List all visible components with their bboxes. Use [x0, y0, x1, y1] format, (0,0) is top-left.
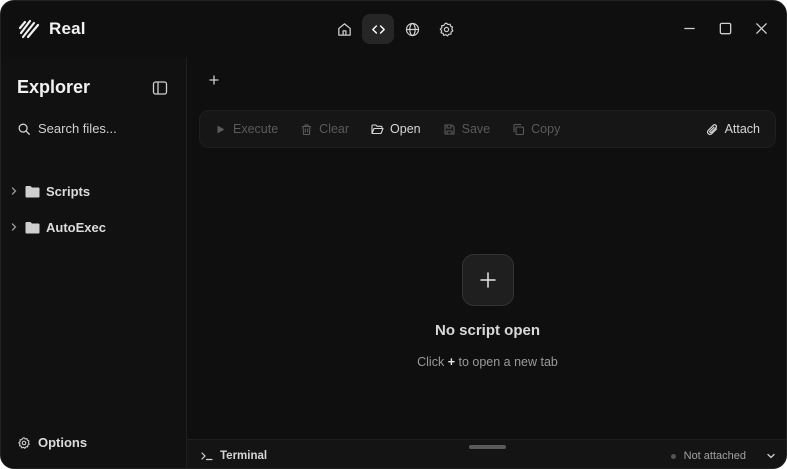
- close-icon: [755, 22, 767, 34]
- tree-item-label: Scripts: [46, 183, 91, 199]
- terminal-label: Terminal: [220, 450, 268, 462]
- folder-icon: [25, 185, 40, 197]
- empty-state: No script open Click + to open a new tab: [187, 151, 786, 439]
- copy-label: Copy: [531, 122, 561, 136]
- nav-web-button[interactable]: [396, 14, 428, 44]
- window-controls: [676, 15, 774, 41]
- empty-state-subtitle: Click + to open a new tab: [187, 355, 786, 369]
- terminal-icon: [201, 452, 213, 461]
- save-label: Save: [461, 122, 491, 136]
- copy-button[interactable]: Copy: [512, 122, 560, 136]
- attach-status: Not attached: [683, 450, 746, 462]
- code-icon: [371, 24, 385, 34]
- globe-icon: [405, 22, 419, 36]
- gear-icon: [18, 436, 30, 449]
- terminal-status: Not attached: [670, 450, 776, 462]
- search-files-input[interactable]: [38, 121, 178, 136]
- save-button[interactable]: Save: [443, 122, 491, 136]
- copy-icon: [513, 123, 525, 135]
- tree-item-autoexec[interactable]: AutoExec: [9, 209, 185, 245]
- save-icon: [444, 123, 455, 135]
- minimize-button[interactable]: [676, 15, 702, 41]
- empty-sub-key: +: [447, 355, 455, 369]
- paperclip-icon: [706, 123, 717, 135]
- plus-icon: [480, 272, 496, 288]
- editor-toolbar: Execute Clear Open Save Copy Attach: [199, 110, 776, 148]
- clear-label: Clear: [319, 122, 350, 136]
- options-button[interactable]: Options: [17, 435, 87, 450]
- home-icon: [337, 22, 351, 36]
- clear-button[interactable]: Clear: [300, 122, 349, 136]
- attach-button[interactable]: Attach: [706, 122, 760, 136]
- execute-button[interactable]: Execute: [214, 122, 278, 136]
- folder-open-icon: [371, 123, 384, 134]
- close-button[interactable]: [748, 15, 774, 41]
- explorer-sidebar: Explorer Scripts: [1, 57, 187, 468]
- nav-home-button[interactable]: [328, 14, 360, 44]
- minimize-icon: [683, 27, 695, 29]
- sidebar-title: Explorer: [17, 77, 91, 97]
- attach-label: Attach: [724, 122, 760, 136]
- file-tree: Scripts AutoExec: [9, 173, 185, 245]
- add-tab-icon[interactable]: [207, 73, 221, 87]
- resize-handle[interactable]: [469, 445, 506, 449]
- play-icon: [217, 125, 225, 133]
- chevron-right-icon: [11, 187, 17, 195]
- tree-item-label: AutoExec: [46, 219, 106, 235]
- real-logo-icon: [18, 19, 40, 39]
- top-nav: [328, 14, 462, 44]
- file-search: [17, 121, 178, 136]
- new-tab-button[interactable]: [462, 254, 514, 306]
- empty-sub-prefix: Click: [417, 355, 445, 369]
- chevron-right-icon: [11, 223, 17, 231]
- empty-sub-suffix: to open a new tab: [458, 355, 558, 369]
- brand: Real: [17, 17, 86, 41]
- status-dot: [670, 453, 676, 459]
- app-name: Real: [49, 19, 86, 38]
- maximize-button[interactable]: [712, 15, 738, 41]
- title-bar[interactable]: Real: [1, 1, 786, 57]
- empty-state-title: No script open: [434, 322, 540, 339]
- terminal-bar[interactable]: Terminal Not attached: [187, 439, 786, 468]
- trash-icon: [302, 123, 312, 135]
- chevron-down-icon[interactable]: [766, 451, 776, 461]
- search-icon: [18, 123, 30, 135]
- tab-bar: [187, 57, 786, 103]
- folder-icon: [25, 221, 40, 233]
- options-label: Options: [38, 435, 88, 450]
- sidebar-toggle-icon[interactable]: [152, 80, 168, 96]
- nav-editor-button[interactable]: [362, 14, 394, 44]
- execute-label: Execute: [233, 122, 279, 136]
- gear-icon: [439, 22, 453, 36]
- open-button[interactable]: Open: [371, 122, 421, 136]
- tree-item-scripts[interactable]: Scripts: [9, 173, 185, 209]
- maximize-icon: [719, 22, 731, 34]
- app-window: Real Explorer Search files... Scripts Au…: [0, 0, 787, 469]
- nav-settings-button[interactable]: [430, 14, 462, 44]
- terminal-toggle[interactable]: Terminal: [201, 450, 267, 462]
- open-label: Open: [390, 122, 421, 136]
